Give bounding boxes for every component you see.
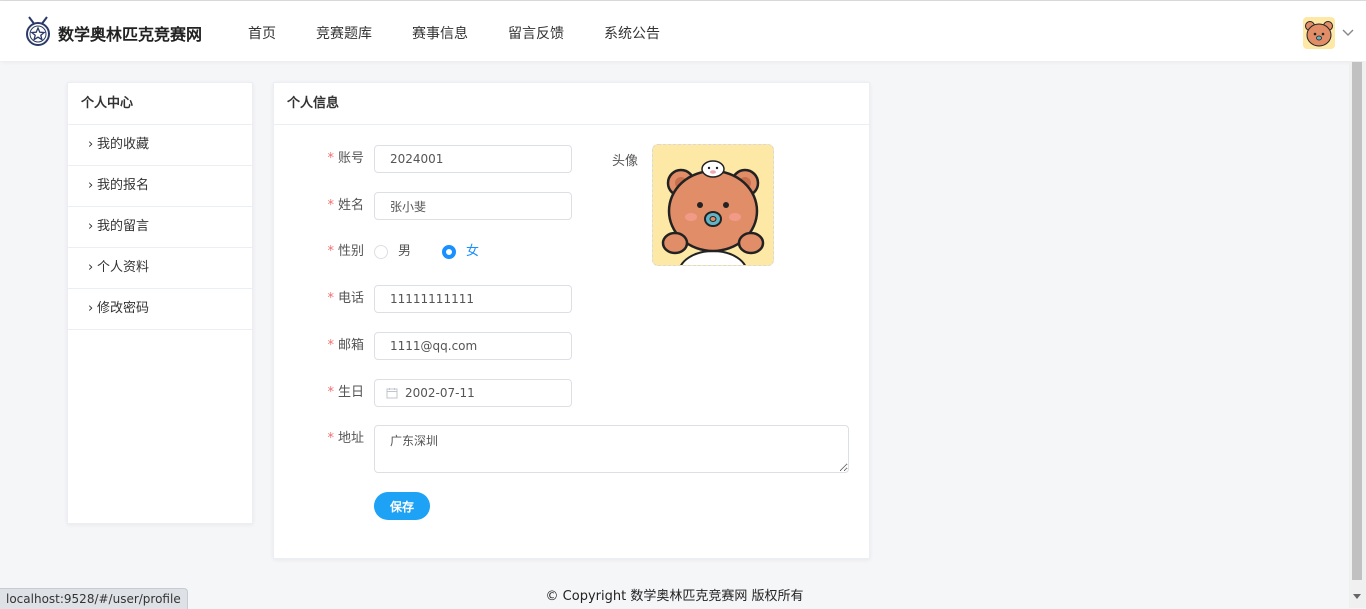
address-textarea[interactable]: 广东深圳 — [374, 425, 849, 473]
gender-label-text: 性别 — [337, 244, 364, 259]
required-mark: * — [327, 151, 334, 166]
nav-home[interactable]: 首页 — [248, 23, 276, 43]
scroll-down-arrow-icon[interactable] — [1353, 594, 1361, 599]
save-row: 保存 — [274, 492, 871, 520]
scrollbar-thumb[interactable] — [1352, 62, 1362, 580]
sidebar-title: 个人中心 — [68, 83, 252, 125]
phone-row: * 电话 — [274, 285, 871, 313]
required-mark: * — [327, 385, 334, 400]
chevron-right-icon: › — [88, 260, 94, 275]
phone-label-text: 电话 — [337, 291, 364, 306]
save-button[interactable]: 保存 — [374, 492, 430, 520]
account-label-text: 账号 — [337, 151, 364, 166]
address-row: * 地址 广东深圳 — [274, 425, 871, 473]
page-scrollbar[interactable] — [1349, 62, 1366, 608]
email-input[interactable] — [374, 332, 572, 360]
sidebar-item-favorites[interactable]: › 我的收藏 — [68, 125, 252, 166]
required-mark: * — [327, 244, 334, 259]
account-label: * 账号 — [327, 145, 364, 173]
gender-female-label[interactable]: 女 — [466, 238, 479, 266]
required-mark: * — [327, 431, 334, 446]
avatar-label: 头像 — [612, 154, 639, 169]
bear-avatar-image — [653, 145, 773, 265]
gender-row: * 性别 男 女 — [274, 238, 871, 266]
chevron-down-icon[interactable] — [1341, 25, 1355, 39]
calendar-icon — [386, 388, 398, 399]
phone-label: * 电话 — [327, 285, 364, 313]
name-input[interactable] — [374, 192, 572, 220]
avatar-uploader[interactable] — [652, 144, 774, 266]
chevron-right-icon: › — [88, 137, 94, 152]
sidebar-item-change-password[interactable]: › 修改密码 — [68, 289, 252, 330]
name-label: * 姓名 — [327, 192, 364, 220]
nav-problem-bank[interactable]: 竞赛题库 — [316, 23, 372, 43]
footer-copyright: © Copyright 数学奥林匹克竞赛网 版权所有 — [545, 589, 804, 604]
gender-label: * 性别 — [327, 238, 364, 266]
gender-male-label[interactable]: 男 — [398, 238, 411, 266]
sidebar-item-registrations[interactable]: › 我的报名 — [68, 166, 252, 207]
gender-female-radio[interactable] — [442, 245, 456, 259]
address-label: * 地址 — [327, 425, 364, 453]
sidebar-item-label: 我的留言 — [97, 219, 150, 234]
account-row: * 账号 — [274, 145, 871, 173]
account-input[interactable] — [374, 145, 572, 173]
nav-feedback[interactable]: 留言反馈 — [508, 23, 564, 43]
main-nav: 首页 竞赛题库 赛事信息 留言反馈 系统公告 — [248, 23, 700, 43]
card-title: 个人信息 — [274, 83, 869, 125]
sidebar-item-label: 我的收藏 — [97, 137, 150, 152]
name-label-text: 姓名 — [337, 198, 364, 213]
birthday-label-text: 生日 — [337, 385, 364, 400]
email-row: * 邮箱 — [274, 332, 871, 360]
header: 数学奥林匹克竞赛网 首页 竞赛题库 赛事信息 留言反馈 系统公告 — [0, 1, 1366, 61]
sidebar: 个人中心 › 我的收藏 › 我的报名 › 我的留言 › 个人资料 › 修改密码 — [67, 82, 253, 524]
chevron-right-icon: › — [88, 178, 94, 193]
medal-logo-icon — [26, 16, 50, 46]
profile-card: 个人信息 *账号 *姓名 *性别 男 女 *电话 *邮箱 *生日 *地址 广东深… — [273, 82, 870, 559]
required-mark: * — [327, 338, 334, 353]
nav-events[interactable]: 赛事信息 — [412, 23, 468, 43]
sidebar-item-label: 修改密码 — [97, 301, 150, 316]
email-label: * 邮箱 — [327, 332, 364, 360]
name-row: * 姓名 — [274, 192, 871, 220]
email-label-text: 邮箱 — [337, 338, 364, 353]
required-mark: * — [327, 291, 334, 306]
sidebar-item-label: 个人资料 — [97, 260, 150, 275]
nav-announcements[interactable]: 系统公告 — [604, 23, 660, 43]
address-label-text: 地址 — [337, 431, 364, 446]
site-name[interactable]: 数学奥林匹克竞赛网 — [58, 21, 202, 45]
required-mark: * — [327, 198, 334, 213]
chevron-right-icon: › — [88, 219, 94, 234]
sidebar-item-profile[interactable]: › 个人资料 — [68, 248, 252, 289]
birthday-row: * 生日 — [274, 379, 871, 407]
birthday-date-input[interactable] — [374, 379, 572, 407]
status-bar-url: localhost:9528/#/user/profile — [0, 588, 188, 609]
sidebar-item-label: 我的报名 — [97, 178, 150, 193]
sidebar-item-messages[interactable]: › 我的留言 — [68, 207, 252, 248]
gender-male-radio[interactable] — [374, 245, 388, 259]
chevron-right-icon: › — [88, 301, 94, 316]
user-avatar[interactable] — [1303, 17, 1335, 49]
birthday-label: * 生日 — [327, 379, 364, 407]
phone-input[interactable] — [374, 285, 572, 313]
